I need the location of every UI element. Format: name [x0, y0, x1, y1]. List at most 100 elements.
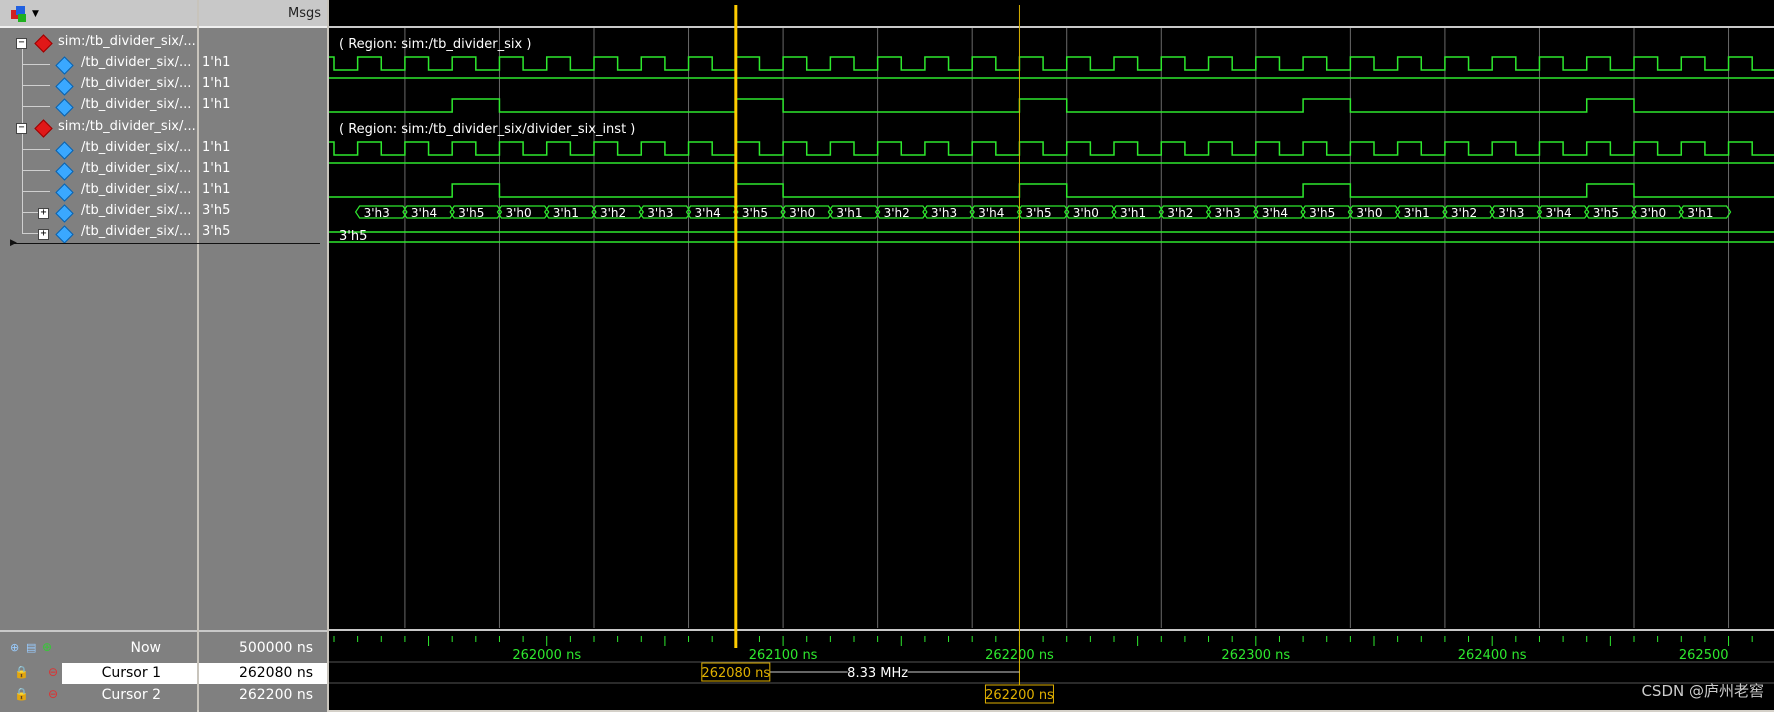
timeline-label: 262100 ns [749, 648, 818, 663]
bus-value-label: 3'h5 [458, 206, 484, 220]
msgs-label: Msgs [287, 6, 321, 21]
bus-value-label: 3'h5 [1593, 206, 1619, 220]
bus-value-label: 3'h1 [836, 206, 862, 220]
bus-value-label: 3'h3 [1498, 206, 1524, 220]
signal-diamond-icon [55, 77, 74, 96]
cursor1-value-box[interactable]: 262080 ns [199, 663, 327, 684]
bus-value-label: 3'h5 [1309, 206, 1335, 220]
values-column: 1'h1 1'h1 1'h1 1'h1 1'h1 1'h1 3'h5 3'h5 [199, 32, 327, 252]
signal-value: 1'h1 [202, 76, 231, 91]
bus-value-label: 3'h4 [1262, 206, 1288, 220]
bus-value-label: 3'h4 [411, 206, 437, 220]
insertion-marker-icon: ▶ [10, 238, 17, 248]
bus-value-label: 3'h2 [600, 206, 626, 220]
waveform-canvas[interactable]: ( Region: sim:/tb_divider_six ) ( Region… [329, 0, 1774, 710]
bus-value-label: 3'h3 [931, 206, 957, 220]
bus-value-label: 3'h0 [505, 206, 531, 220]
region-label: ( Region: sim:/tb_divider_six ) [339, 37, 531, 52]
clock-waveform [329, 141, 1774, 156]
signal-diamond-icon [55, 98, 74, 117]
signal-value: 1'h1 [202, 55, 231, 70]
timeline-label: 262300 ns [1221, 648, 1290, 663]
signal-value: 1'h1 [202, 182, 231, 197]
bus-value-label: 3'h3 [647, 206, 673, 220]
cursor-remove-icon[interactable]: ⊖ [48, 665, 58, 679]
signal-value: 3'h5 [202, 224, 231, 239]
names-header: ▼ [0, 0, 197, 28]
bus-value-label: 3'h0 [1640, 206, 1666, 220]
group-diamond-icon [34, 34, 53, 53]
signal-value: 1'h1 [202, 161, 231, 176]
wave-object-icon[interactable] [10, 5, 28, 23]
signal-tree: − sim:/tb_divider_six/... /tb_divider_si… [0, 32, 197, 252]
region-label: ( Region: sim:/tb_divider_six/divider_si… [339, 122, 635, 137]
signal-diamond-icon [55, 141, 74, 160]
signal-diamond-icon [55, 183, 74, 202]
bus-value-label: 3'h1 [1404, 206, 1430, 220]
bus-value-label: 3'h2 [1167, 206, 1193, 220]
clock-waveform [329, 56, 1774, 71]
cursor-remove-icon[interactable]: ⊖ [48, 687, 58, 701]
add-cursor-icon[interactable]: ⊕ [10, 641, 19, 654]
signal-name[interactable]: /tb_divider_six/... [81, 138, 191, 158]
signal-value: 1'h1 [202, 97, 231, 112]
divided-clock-waveform [329, 183, 1774, 198]
bus-diamond-icon [55, 204, 74, 223]
signal-name[interactable]: /tb_divider_six/... [81, 53, 191, 73]
bus-diamond-icon [55, 225, 74, 244]
signal-name[interactable]: /tb_divider_six/... [81, 95, 191, 115]
collapse-toggle[interactable]: − [16, 38, 27, 49]
bus-value-label: 3'h3 [364, 206, 390, 220]
cursor-values: 500000 ns 262080 ns 262200 ns [199, 630, 327, 712]
now-value: 500000 ns [238, 640, 313, 656]
bus-name[interactable]: /tb_divider_six/... [81, 201, 191, 221]
cursor2-time-label: 262200 ns [985, 688, 1054, 703]
bus-name[interactable]: /tb_divider_six/... [81, 222, 191, 242]
lock-icon[interactable]: 🔒 [14, 687, 29, 701]
group-name[interactable]: sim:/tb_divider_six/... [58, 117, 196, 137]
bus-value-label: 3'h5 [742, 206, 768, 220]
timeline-label: 262000 ns [512, 648, 581, 663]
group-diamond-icon [34, 119, 53, 138]
bus-value-label: 3'h1 [553, 206, 579, 220]
collapse-toggle[interactable]: − [16, 123, 27, 134]
bus-value-label: 3'h4 [1545, 206, 1571, 220]
bus-value-label: 3'h0 [789, 206, 815, 220]
cursor-names: ⊕ ▤ ⊕ Now 🔒 ⊖ Cursor 1 🔒 ⊖ Cursor 2 [0, 630, 197, 712]
cursor-options-icon[interactable]: ▤ [26, 641, 36, 654]
bus-value-label: 3'h4 [978, 206, 1004, 220]
signal-name[interactable]: /tb_divider_six/... [81, 180, 191, 200]
expand-toggle[interactable]: + [38, 208, 49, 219]
delta-frequency-label: 8.33 MHz [847, 666, 908, 681]
bus-value-label: 3'h3 [1215, 206, 1241, 220]
divided-clock-waveform [329, 98, 1774, 113]
bus-value-label: 3'h4 [695, 206, 721, 220]
cursor1-name-box[interactable]: Cursor 1 [62, 663, 197, 684]
bus-value-label: 3'h1 [1687, 206, 1713, 220]
group-name[interactable]: sim:/tb_divider_six/... [58, 32, 196, 52]
expand-toggle[interactable]: + [38, 229, 49, 240]
add-icon[interactable]: ⊕ [42, 640, 52, 654]
timeline-label: 262400 ns [1458, 648, 1527, 663]
watermark: CSDN @庐州老窖 [1641, 682, 1764, 700]
cursor1-label: Cursor 1 [101, 665, 161, 681]
cursor2-value: 262200 ns [238, 687, 313, 703]
cursor2-label: Cursor 2 [101, 687, 161, 703]
bus-value-label: 3'h0 [1356, 206, 1382, 220]
signal-value: 3'h5 [202, 203, 231, 218]
timeline-label: 262500 [1679, 648, 1729, 663]
bus2-value: 3'h5 [339, 229, 367, 244]
now-label: Now [130, 640, 162, 656]
bus-value-label: 3'h2 [884, 206, 910, 220]
signal-value: 1'h1 [202, 140, 231, 155]
signal-diamond-icon [55, 56, 74, 75]
values-header: Msgs [199, 0, 327, 28]
cursor1-time-label: 262080 ns [701, 666, 770, 681]
cursor1-value: 262080 ns [238, 665, 313, 681]
dropdown-arrow-icon[interactable]: ▼ [32, 9, 39, 19]
bus-value-label: 3'h0 [1073, 206, 1099, 220]
lock-icon[interactable]: 🔒 [14, 665, 29, 679]
signal-name[interactable]: /tb_divider_six/... [81, 74, 191, 94]
bus-value-label: 3'h5 [1025, 206, 1051, 220]
signal-name[interactable]: /tb_divider_six/... [81, 159, 191, 179]
